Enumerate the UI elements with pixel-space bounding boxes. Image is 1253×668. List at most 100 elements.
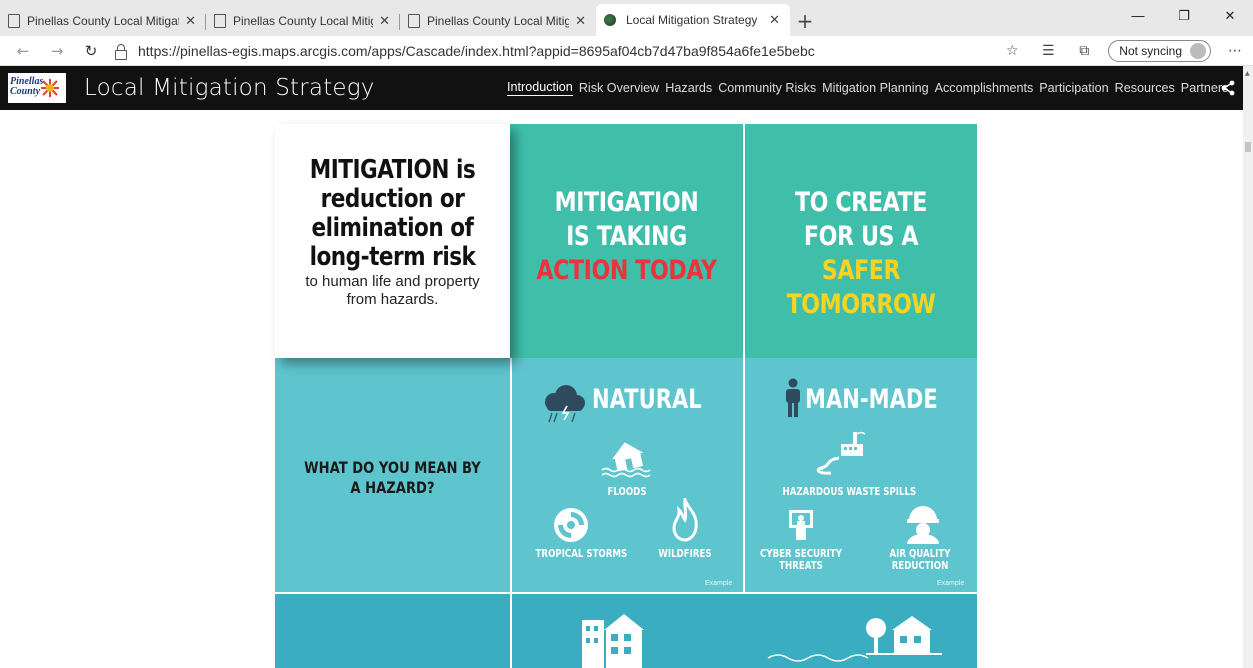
panel-text: IS TAKING — [566, 221, 687, 252]
definition-subtext: to human life and property — [305, 273, 480, 290]
close-icon[interactable]: ✕ — [373, 13, 390, 29]
nav-hazards[interactable]: Hazards — [665, 81, 712, 95]
panel-hazard-question: WHAT DO YOU MEAN BY A HAZARD? — [275, 358, 510, 592]
panel-row3-left — [275, 594, 510, 668]
scrollbar-thumb[interactable] — [1245, 142, 1251, 152]
browser-tab[interactable]: Pinellas County Local Mitigation ✕ — [0, 6, 206, 36]
panel-text: MITIGATION — [554, 187, 699, 218]
panel-row3-right — [512, 594, 977, 668]
divider — [510, 358, 512, 592]
cyber-security-icon — [789, 510, 813, 540]
man-made-title: MAN-MADE — [805, 384, 938, 415]
forward-icon[interactable]: → — [40, 36, 74, 66]
page-scrollbar[interactable]: ▲ — [1243, 66, 1253, 668]
hazardous-waste-label: HAZARDOUS WASTE SPILLS — [782, 486, 917, 498]
profile-avatar-icon — [1190, 43, 1206, 59]
air-quality-line: REDUCTION — [891, 560, 949, 572]
close-icon[interactable]: ✕ — [763, 12, 780, 28]
person-icon — [786, 378, 800, 417]
browser-tab[interactable]: Pinellas County Local Mitigation ✕ — [206, 6, 400, 36]
new-tab-button[interactable]: + — [790, 6, 820, 36]
floods-label: FLOODS — [607, 486, 647, 498]
divider — [743, 124, 745, 358]
lock-icon — [114, 43, 128, 60]
panel-safer-tomorrow: TO CREATE FOR US A SAFER TOMORROW — [745, 124, 977, 358]
page-icon — [8, 14, 20, 28]
browser-tab[interactable]: Pinellas County Local Mitigation ✕ — [400, 6, 596, 36]
hazardous-spill-icon — [816, 431, 866, 475]
hazard-question-text: WHAT DO YOU MEAN BY — [304, 458, 481, 477]
panel-man-made-hazards: MAN-MADE HAZARDOUS WASTE SPILLS CYBER SE… — [745, 358, 977, 592]
favorite-star-icon[interactable]: ☆ — [994, 43, 1030, 59]
sun-logo-icon — [41, 79, 59, 97]
sync-status-button[interactable]: Not syncing — [1108, 40, 1211, 62]
site-favicon-icon — [604, 14, 616, 26]
coastal-buildings-icon — [767, 616, 942, 662]
storm-cloud-icon — [545, 385, 585, 423]
url-text: https://pinellas-egis.maps.arcgis.com/ap… — [138, 42, 815, 59]
panel-action-today: MITIGATION IS TAKING ACTION TODAY — [510, 124, 743, 358]
buildings-icon — [582, 614, 644, 668]
example-label: Example — [705, 580, 733, 587]
tab-title: Local Mitigation Strategy — [626, 13, 758, 27]
flood-house-icon — [601, 442, 651, 478]
natural-title: NATURAL — [592, 384, 702, 415]
nav-resources[interactable]: Resources — [1115, 81, 1175, 95]
divider — [743, 358, 745, 592]
definition-subtext: from hazards. — [346, 291, 439, 308]
definition-text: elimination of — [311, 213, 474, 243]
nav-introduction[interactable]: Introduction — [507, 80, 573, 96]
definition-text: MITIGATION is — [309, 155, 476, 185]
pinellas-county-logo[interactable]: Pinellas County — [8, 73, 66, 103]
panel-natural-hazards: NATURAL FLOODS TROPICAL STORMS WILDFIRES… — [512, 358, 743, 592]
section-nav: Introduction Risk Overview Hazards Commu… — [507, 66, 1234, 110]
refresh-icon[interactable]: ↻ — [74, 36, 108, 66]
air-quality-mask-icon — [907, 506, 939, 544]
favorites-list-icon[interactable]: ☰ — [1030, 43, 1066, 59]
scroll-up-icon[interactable]: ▲ — [1245, 70, 1250, 77]
definition-text: long-term risk — [309, 242, 476, 272]
tab-title: Pinellas County Local Mitigation — [27, 14, 179, 28]
mitigation-definition-card: MITIGATION is reduction or elimination o… — [275, 124, 510, 358]
nav-risk-overview[interactable]: Risk Overview — [579, 81, 659, 95]
cyber-security-line: CYBER SECURITY — [760, 548, 842, 560]
url-field[interactable]: https://pinellas-egis.maps.arcgis.com/ap… — [114, 42, 815, 60]
tab-title: Pinellas County Local Mitigation — [233, 14, 373, 28]
panel-text: FOR US A — [803, 221, 919, 252]
browser-tab-bar: Pinellas County Local Mitigation ✕ Pinel… — [0, 0, 1253, 36]
maximize-button[interactable]: ❐ — [1161, 0, 1207, 32]
back-icon[interactable]: ← — [6, 36, 40, 66]
sync-label: Not syncing — [1119, 44, 1182, 58]
address-bar: ← → ↻ https://pinellas-egis.maps.arcgis.… — [0, 36, 1253, 66]
page-icon — [408, 14, 420, 28]
wildfire-icon — [672, 498, 698, 542]
panel-text: TO CREATE — [794, 187, 927, 218]
definition-text: reduction or — [320, 184, 465, 214]
share-icon[interactable] — [1221, 80, 1235, 96]
app-title: Local Mitigation Strategy — [84, 75, 375, 101]
nav-accomplishments[interactable]: Accomplishments — [935, 81, 1034, 95]
tropical-storms-label: TROPICAL STORMS — [535, 548, 628, 560]
close-icon[interactable]: ✕ — [569, 13, 586, 29]
wildfires-label: WILDFIRES — [658, 548, 712, 560]
panel-text-highlight: SAFER TOMORROW — [786, 255, 936, 320]
hazard-question-text: A HAZARD? — [350, 478, 435, 497]
tab-title: Pinellas County Local Mitigation — [427, 14, 570, 28]
nav-community-risks[interactable]: Community Risks — [718, 81, 816, 95]
nav-mitigation-planning[interactable]: Mitigation Planning — [822, 81, 928, 95]
browser-tab-active[interactable]: Local Mitigation Strategy ✕ — [596, 4, 790, 36]
cyber-security-line: THREATS — [779, 560, 823, 572]
minimize-button[interactable]: ― — [1115, 0, 1161, 32]
close-icon[interactable]: ✕ — [179, 13, 196, 29]
app-header: Pinellas County Local Mitigation Strateg… — [0, 66, 1243, 110]
air-quality-label: AIR QUALITY REDUCTION — [886, 548, 953, 572]
air-quality-line: AIR QUALITY — [889, 548, 951, 560]
nav-participation[interactable]: Participation — [1039, 81, 1108, 95]
panel-text-highlight: ACTION TODAY — [536, 255, 717, 286]
cyber-security-label: CYBER SECURITY THREATS — [760, 548, 842, 572]
example-label: Example — [937, 580, 965, 587]
window-close-button[interactable]: ✕ — [1207, 0, 1253, 32]
more-menu-icon[interactable]: ⋯ — [1217, 43, 1253, 59]
collections-icon[interactable]: ⧉ — [1066, 43, 1102, 59]
tropical-storm-icon — [554, 508, 588, 542]
